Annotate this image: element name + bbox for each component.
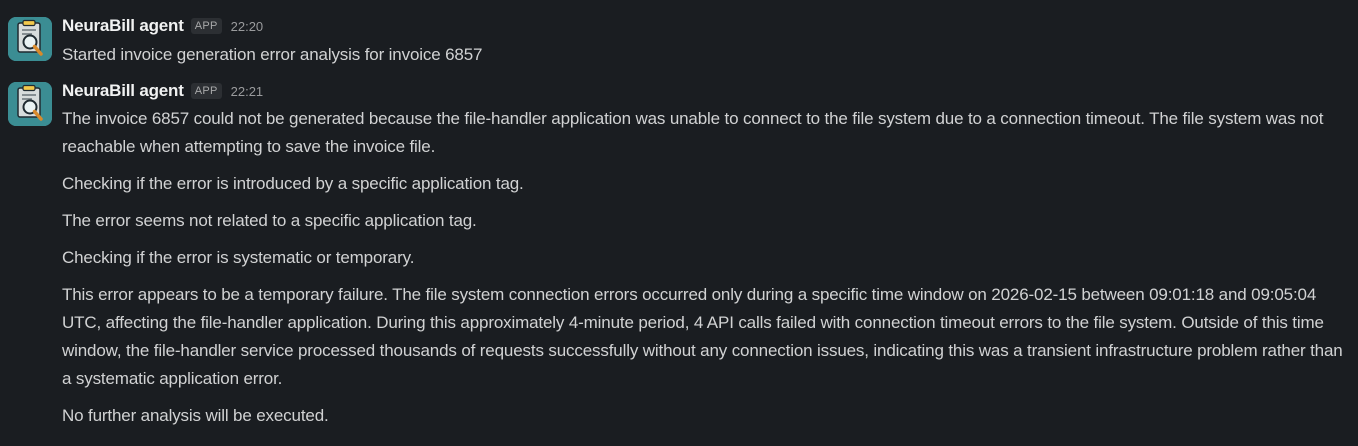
message-body: Started invoice generation error analysi… — [62, 41, 1350, 69]
timestamp[interactable]: 22:21 — [231, 84, 264, 99]
timestamp[interactable]: 22:20 — [231, 19, 264, 34]
author-name[interactable]: NeuraBill agent — [62, 16, 184, 36]
message-body: The invoice 6857 could not be generated … — [62, 105, 1350, 430]
invoice-magnifier-icon — [8, 17, 52, 61]
author-name[interactable]: NeuraBill agent — [62, 81, 184, 101]
message-text: The error seems not related to a specifi… — [62, 211, 477, 230]
message-text: The invoice 6857 could not be generated … — [62, 109, 1324, 156]
message-header: NeuraBill agent APP 22:21 — [62, 80, 263, 102]
invoice-magnifier-icon — [8, 82, 52, 126]
message-text: Checking if the error is systematic or t… — [62, 248, 415, 267]
message-feed: NeuraBill agent APP 22:20 Started invoic… — [0, 0, 1358, 446]
app-badge: APP — [190, 83, 222, 99]
app-badge: APP — [190, 18, 222, 34]
message-text: Checking if the error is introduced by a… — [62, 174, 524, 193]
message-text: This error appears to be a temporary fai… — [62, 285, 1343, 388]
message-header: NeuraBill agent APP 22:20 — [62, 15, 263, 37]
avatar[interactable] — [8, 17, 52, 61]
message-text: Started invoice generation error analysi… — [62, 45, 483, 64]
avatar[interactable] — [8, 82, 52, 126]
message-text: No further analysis will be executed. — [62, 406, 329, 425]
